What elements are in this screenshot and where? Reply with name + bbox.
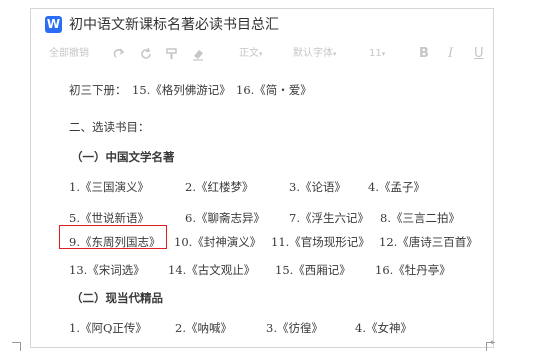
book-item: 10.《封神演义》	[174, 235, 262, 249]
book-item: 7.《浮生六记》	[289, 211, 369, 225]
chevron-down-icon: ▾	[259, 50, 263, 58]
font-size-select[interactable]: 11▾	[369, 42, 385, 66]
book-item: 4.《孟子》	[368, 180, 425, 194]
book-item: 1.《三国演义》	[69, 180, 149, 194]
italic-button[interactable]: I	[448, 42, 453, 66]
font-size-value: 11	[369, 48, 382, 59]
section-title: 二、选读书目：	[69, 120, 150, 134]
refresh-icon[interactable]	[139, 42, 153, 66]
book-item: 2.《呐喊》	[175, 321, 232, 335]
book-item: 4.《女神》	[355, 321, 412, 335]
font-family-value: 默认字体	[293, 48, 333, 59]
line-prefix: 初三下册：	[69, 83, 127, 97]
paragraph-style-value: 正文	[239, 48, 259, 59]
highlight-box	[59, 225, 167, 249]
page-corner-mark	[486, 342, 495, 351]
book-item: 13.《宋词选》	[69, 263, 145, 277]
subsection-title: （一）中国文学名著	[71, 150, 175, 164]
word-app-icon: W	[45, 15, 62, 33]
book-item: 1.《阿Q正传》	[69, 321, 147, 335]
book-item: 11.《官场现形记》	[271, 235, 370, 249]
book-item: 16.《牡丹亭》	[375, 263, 451, 277]
redo-icon[interactable]	[113, 42, 127, 66]
book-item: 8.《三言二拍》	[380, 211, 460, 225]
book-item: 14.《古文观止》	[168, 263, 256, 277]
eraser-icon[interactable]	[191, 42, 205, 66]
format-brush-icon[interactable]	[165, 42, 179, 66]
chevron-down-icon: ▾	[333, 50, 337, 58]
underline-button[interactable]: U	[474, 42, 484, 66]
document-title: 初中语文新课标名著必读书目总汇	[69, 17, 279, 33]
book-item: 3.《论语》	[289, 180, 346, 194]
paragraph-style-select[interactable]: 正文▾	[239, 42, 263, 66]
document-body[interactable]: 初三下册： 15.《格列佛游记》 16.《简・爱》 二、选读书目： （一）中国文…	[31, 71, 493, 347]
font-family-select[interactable]: 默认字体▾	[293, 42, 337, 66]
formatting-toolbar: 全部撤销 正文▾ 默认字体▾ 11▾ B I U	[31, 42, 493, 66]
book-item: 16.《简・爱》	[236, 83, 312, 97]
bold-button[interactable]: B	[419, 42, 429, 66]
book-item: 3.《彷徨》	[266, 321, 323, 335]
book-item: 12.《唐诗三百首》	[379, 235, 478, 249]
book-item: 6.《聊斋志异》	[185, 211, 265, 225]
title-bar: W 初中语文新课标名著必读书目总汇	[31, 9, 493, 39]
undo-all-button[interactable]: 全部撤销	[49, 42, 89, 66]
book-item: 15.《格列佛游记》	[132, 83, 231, 97]
book-item: 2.《红楼梦》	[185, 180, 254, 194]
page-corner-mark	[12, 342, 21, 351]
document-window: W 初中语文新课标名著必读书目总汇 全部撤销 正文▾ 默认字体▾ 11▾ B I…	[30, 8, 494, 348]
book-item: 15.《西厢记》	[275, 263, 351, 277]
subsection-title: （二）现当代精品	[71, 291, 163, 305]
chevron-down-icon: ▾	[381, 50, 386, 58]
